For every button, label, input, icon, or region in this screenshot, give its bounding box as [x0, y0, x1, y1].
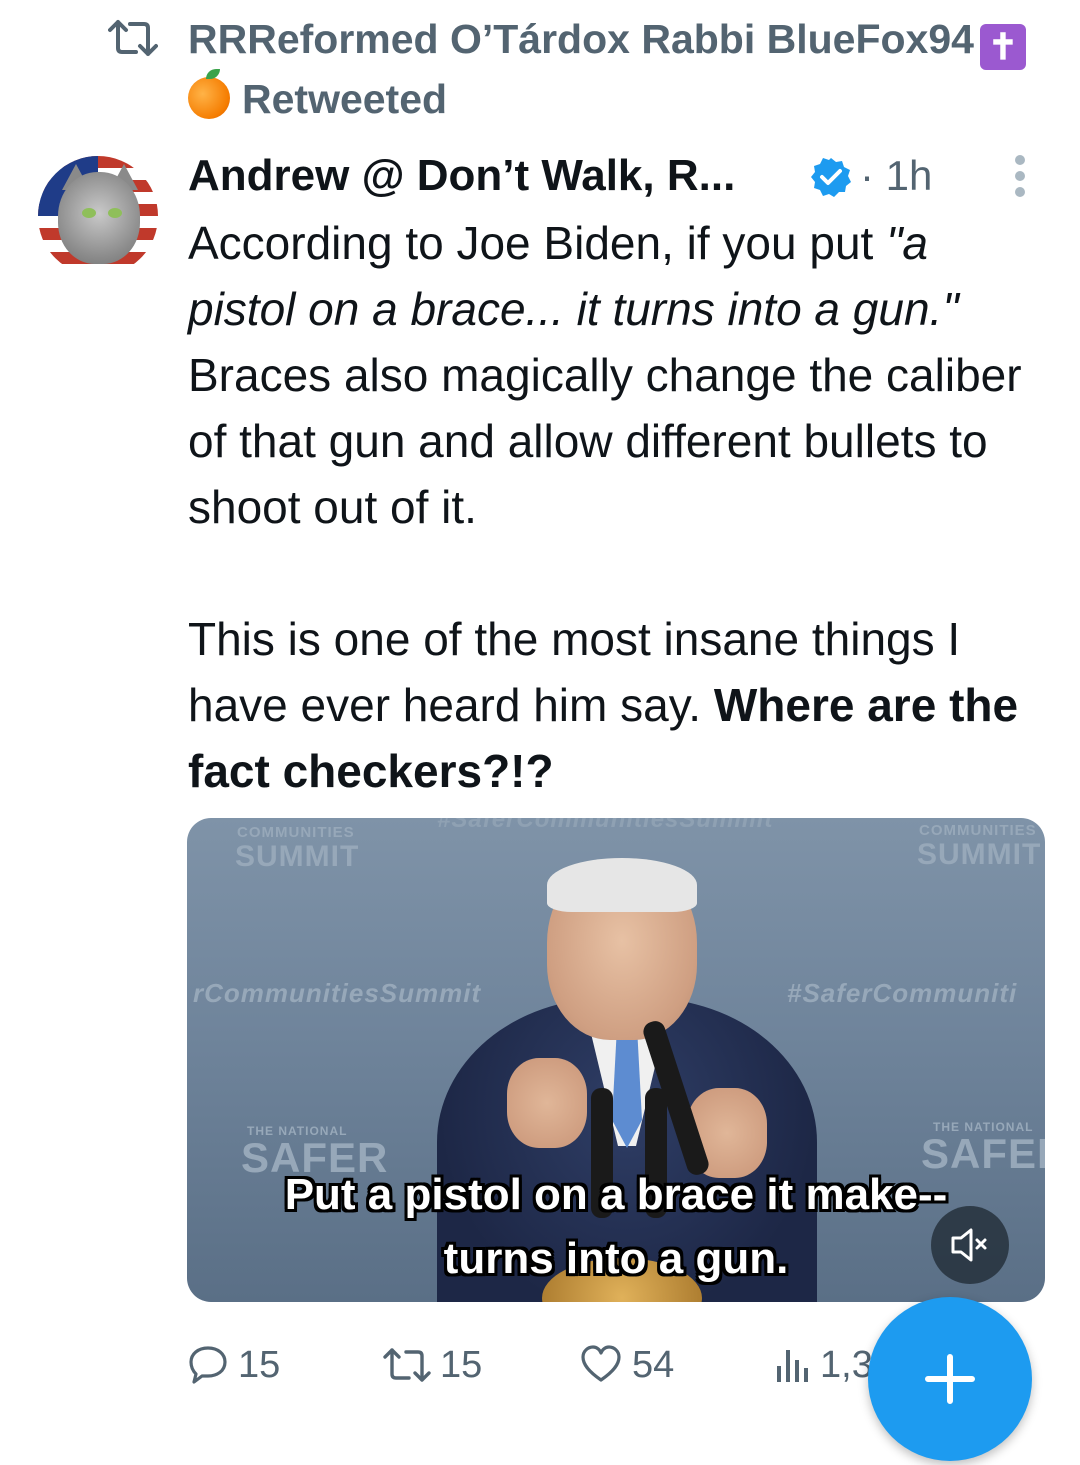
more-options-icon[interactable] — [1014, 154, 1026, 198]
banner-top-left-small: COMMUNITIES — [237, 824, 355, 841]
latin-cross-emoji-icon: ✝ — [979, 24, 1026, 70]
like-button[interactable]: 54 — [580, 1336, 690, 1394]
heart-icon — [581, 1345, 621, 1382]
retweet-button[interactable]: 15 — [382, 1336, 502, 1394]
cat-eye-right — [108, 208, 122, 218]
mute-toggle-button[interactable] — [931, 1206, 1009, 1284]
speaker-muted-icon — [951, 1228, 987, 1262]
cat-eye-left — [82, 208, 96, 218]
speaker-hand-left — [507, 1058, 587, 1148]
banner-mid-left: rCommunitiesSummit — [193, 978, 482, 1008]
banner-mid-right: #SaferCommuniti — [787, 978, 1018, 1008]
analytics-bars-icon — [777, 1350, 808, 1382]
video-caption-line2: turns into a gun. — [443, 1234, 789, 1283]
banner-top-left: SUMMIT — [235, 840, 360, 873]
retweet-icon — [383, 1348, 431, 1382]
speaker-hair — [547, 858, 697, 912]
retweet-icon — [108, 20, 158, 56]
retweet-count: 15 — [440, 1344, 483, 1386]
tweet-timestamp[interactable]: · 1h — [860, 146, 932, 206]
author-avatar[interactable] — [38, 156, 158, 276]
retweeter-name[interactable]: RRReformed O’Tárdox Rabbi BlueFox94 — [188, 16, 974, 62]
video-caption-line1: Put a pistol on a brace it make-- — [284, 1170, 948, 1219]
author-display-name[interactable]: Andrew @ Don’t Walk, R... — [188, 146, 735, 206]
retweeted-by-text: RRReformed O’Tárdox Rabbi BlueFox94 ✝ Ret… — [188, 10, 1068, 128]
banner-top-right-small: COMMUNITIES — [919, 822, 1037, 839]
tweet-text-intro: According to Joe Biden, if you put — [188, 217, 887, 269]
retweeted-label: Retweeted — [242, 76, 448, 122]
reply-icon — [189, 1346, 227, 1384]
plus-icon — [925, 1354, 975, 1404]
verified-badge-icon — [811, 158, 851, 197]
compose-tweet-button[interactable] — [868, 1297, 1032, 1461]
views-count: 1,3 — [820, 1344, 873, 1386]
banner-top-right: SUMMIT — [917, 838, 1042, 871]
tweet-text-main: Braces also magically change the caliber… — [188, 349, 1022, 731]
tweet-video[interactable]: COMMUNITIES SUMMIT #SaferCommunitiesSumm… — [187, 818, 1045, 1302]
banner-top-center: #SaferCommunitiesSummit — [437, 818, 774, 833]
like-count: 54 — [632, 1344, 675, 1386]
reply-count: 15 — [238, 1344, 281, 1386]
reply-button[interactable]: 15 — [188, 1336, 298, 1394]
tweet-header: Andrew @ Don’t Walk, R... · 1h — [188, 146, 1048, 206]
tweet-body: According to Joe Biden, if you put "a pi… — [188, 210, 1048, 804]
orange-emoji-icon — [188, 69, 230, 119]
cat-face — [58, 172, 140, 264]
